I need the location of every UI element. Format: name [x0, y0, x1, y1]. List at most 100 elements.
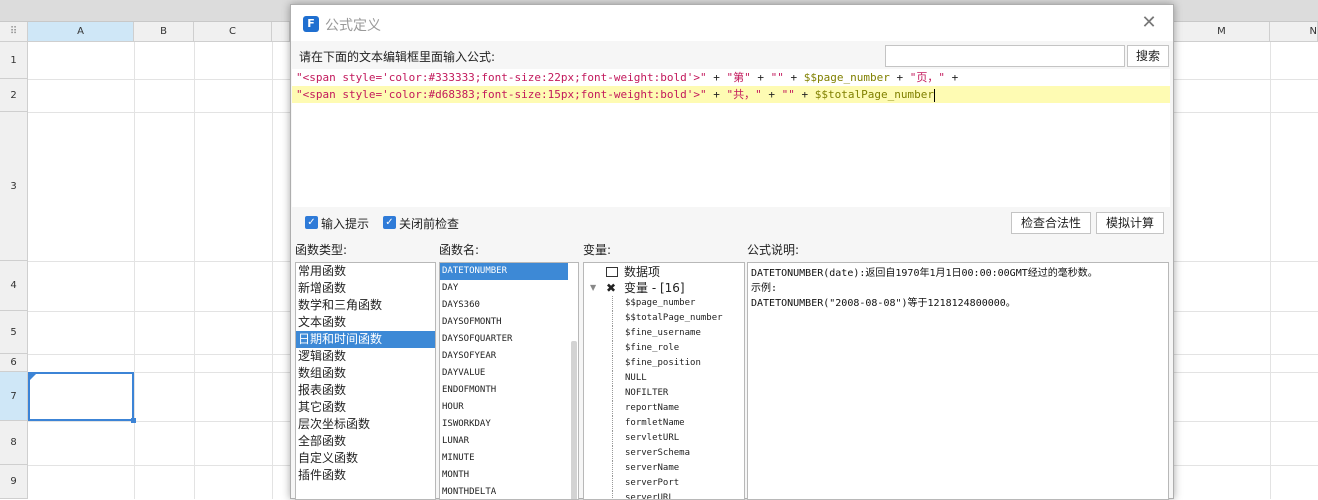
- editor-line: "<span style='color:#333333;font-size:22…: [292, 69, 1170, 86]
- func-name-item[interactable]: DAYS360: [440, 297, 568, 314]
- func-name-label: 函数名:: [439, 243, 480, 257]
- code-token: +: [750, 71, 771, 84]
- grid-dots-icon: ⠿: [9, 26, 18, 37]
- variable-item[interactable]: formletName: [584, 416, 744, 431]
- editor-prompt-label: 请在下面的文本编辑框里面输入公式:: [299, 50, 496, 64]
- tree-connector: [612, 461, 613, 476]
- variable-item[interactable]: serverSchema: [584, 446, 744, 461]
- row-header-1[interactable]: 1: [0, 42, 28, 79]
- variable-tree[interactable]: 数据项 ▼ ✖ 变量 - [16] $$page_number $$totalPa…: [583, 262, 745, 500]
- scrollbar[interactable]: [571, 341, 577, 499]
- column-header-n[interactable]: N: [1270, 22, 1318, 42]
- variable-item[interactable]: servletURL: [584, 431, 744, 446]
- code-token: "页，": [909, 71, 945, 84]
- func-type-item[interactable]: 常用函数: [296, 263, 435, 280]
- variable-item[interactable]: serverName: [584, 461, 744, 476]
- selected-cell[interactable]: [28, 372, 136, 423]
- input-hint-checkbox[interactable]: ✓: [305, 216, 318, 229]
- code-token: +: [706, 71, 727, 84]
- column-header-m[interactable]: M: [1174, 22, 1270, 42]
- check-before-close-checkbox[interactable]: ✓: [383, 216, 396, 229]
- func-type-item[interactable]: 数组函数: [296, 365, 435, 382]
- variable-label: $$totalPage_number: [625, 313, 723, 323]
- func-name-item[interactable]: DAYSOFQUARTER: [440, 331, 568, 348]
- variable-label: $fine_role: [625, 343, 680, 353]
- variable-item[interactable]: $fine_role: [584, 341, 744, 356]
- row-header-3[interactable]: 3: [0, 112, 28, 261]
- variable-label: serverSchema: [625, 448, 691, 458]
- select-all-corner[interactable]: ⠿: [0, 22, 28, 42]
- variable-item[interactable]: NULL: [584, 371, 744, 386]
- formula-editor[interactable]: "<span style='color:#333333;font-size:22…: [292, 69, 1170, 207]
- func-name-item[interactable]: ENDOFMONTH: [440, 382, 568, 399]
- check-validity-button[interactable]: 检查合法性: [1011, 212, 1091, 234]
- variable-item[interactable]: $fine_position: [584, 356, 744, 371]
- tree-group-data-item[interactable]: 数据项: [584, 264, 744, 280]
- tree-group-variable[interactable]: ▼ ✖ 变量 - [16]: [584, 280, 744, 296]
- tree-connector: [612, 446, 613, 461]
- variable-label: NULL: [625, 373, 647, 383]
- func-type-item[interactable]: 层次坐标函数: [296, 416, 435, 433]
- variable-item[interactable]: $$totalPage_number: [584, 311, 744, 326]
- func-type-item[interactable]: 逻辑函数: [296, 348, 435, 365]
- func-name-item[interactable]: DAYVALUE: [440, 365, 568, 382]
- func-name-item[interactable]: DAY: [440, 280, 568, 297]
- code-token: +: [761, 88, 782, 101]
- tree-connector: [612, 431, 613, 446]
- func-type-item[interactable]: 新增函数: [296, 280, 435, 297]
- column-header-b[interactable]: B: [134, 22, 194, 42]
- search-button[interactable]: 搜索: [1127, 45, 1169, 67]
- func-type-list[interactable]: 常用函数 新增函数 数学和三角函数 文本函数 日期和时间函数 逻辑函数 数组函数 报表函数 其它…: [295, 262, 436, 500]
- dialog-titlebar[interactable]: F 公式定义 ✕: [291, 5, 1173, 41]
- func-type-item[interactable]: 全部函数: [296, 433, 435, 450]
- code-token: "<span style='color:#333333;font-size:22…: [296, 71, 707, 84]
- gridline: [134, 42, 135, 499]
- tree-connector: [612, 386, 613, 401]
- func-name-item[interactable]: ISWORKDAY: [440, 416, 568, 433]
- func-type-item[interactable]: 插件函数: [296, 467, 435, 484]
- check-before-close-label[interactable]: 关闭前检查: [399, 215, 459, 232]
- func-name-item[interactable]: LUNAR: [440, 433, 568, 450]
- func-name-list[interactable]: DATETONUMBER DAY DAYS360 DAYSOFMONTH DAYSOFQ…: [439, 262, 579, 500]
- func-name-item[interactable]: DAYSOFYEAR: [440, 348, 568, 365]
- variable-label: NOFILTER: [625, 388, 669, 398]
- row-header-2[interactable]: 2: [0, 79, 28, 112]
- func-name-item[interactable]: DAYSOFMONTH: [440, 314, 568, 331]
- func-type-item[interactable]: 其它函数: [296, 399, 435, 416]
- func-name-item[interactable]: MONTH: [440, 467, 568, 484]
- func-name-item[interactable]: HOUR: [440, 399, 568, 416]
- row-header-8[interactable]: 8: [0, 421, 28, 465]
- variable-item[interactable]: NOFILTER: [584, 386, 744, 401]
- func-name-item[interactable]: MONTHDELTA: [440, 484, 568, 499]
- gridline: [194, 42, 195, 499]
- func-type-item[interactable]: 自定义函数: [296, 450, 435, 467]
- dialog-title: 公式定义: [325, 18, 381, 34]
- func-type-item[interactable]: 日期和时间函数: [296, 331, 435, 348]
- column-header-partial[interactable]: [272, 22, 290, 42]
- description-label: 公式说明:: [747, 243, 800, 257]
- search-input[interactable]: [885, 45, 1125, 67]
- gridline: [272, 42, 273, 499]
- variable-item[interactable]: reportName: [584, 401, 744, 416]
- close-icon[interactable]: ✕: [1139, 13, 1159, 33]
- tree-connector: [612, 416, 613, 431]
- func-name-item[interactable]: MINUTE: [440, 450, 568, 467]
- simulate-button[interactable]: 模拟计算: [1096, 212, 1164, 234]
- func-name-item[interactable]: DATETONUMBER: [440, 263, 568, 280]
- func-type-item[interactable]: 文本函数: [296, 314, 435, 331]
- row-header-4[interactable]: 4: [0, 261, 28, 311]
- row-header-7[interactable]: 7: [0, 372, 28, 421]
- func-type-item[interactable]: 报表函数: [296, 382, 435, 399]
- description-panel: DATETONUMBER(date):返回自1970年1月1日00:00:00G…: [747, 262, 1169, 500]
- column-header-a[interactable]: A: [28, 22, 134, 42]
- column-header-c[interactable]: C: [194, 22, 272, 42]
- variable-item[interactable]: $$page_number: [584, 296, 744, 311]
- variable-item[interactable]: serverPort: [584, 476, 744, 491]
- variable-item[interactable]: $fine_username: [584, 326, 744, 341]
- input-hint-label[interactable]: 输入提示: [321, 215, 369, 232]
- tree-connector: [612, 371, 613, 386]
- row-header-5[interactable]: 5: [0, 311, 28, 354]
- func-type-item[interactable]: 数学和三角函数: [296, 297, 435, 314]
- row-header-9[interactable]: 9: [0, 465, 28, 499]
- row-header-6[interactable]: 6: [0, 354, 28, 372]
